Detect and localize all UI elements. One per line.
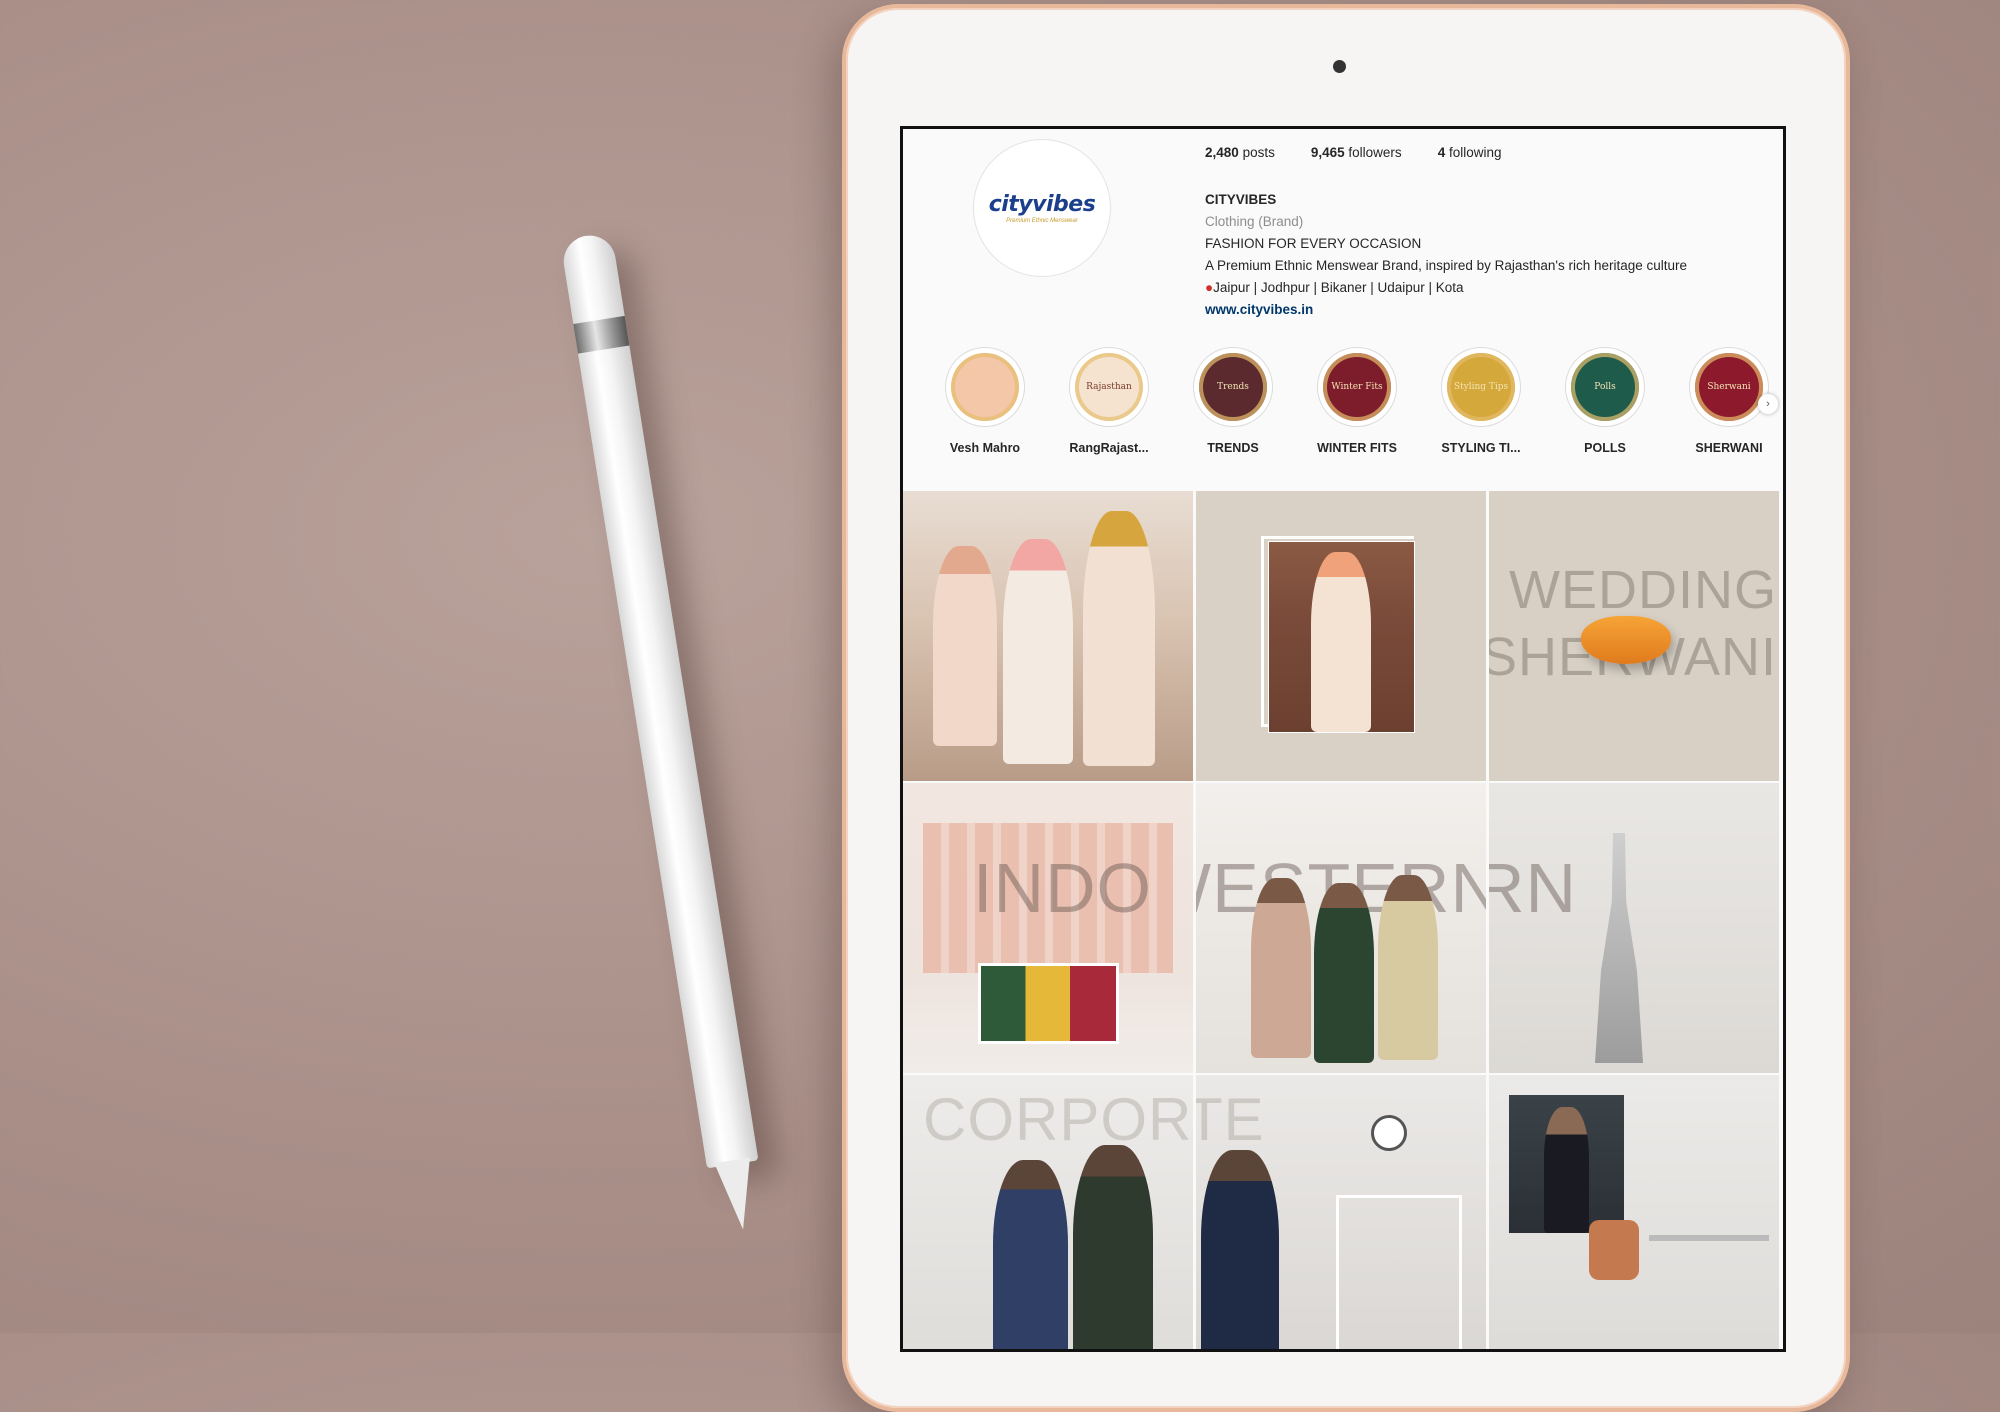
post-image-figure: [1544, 1107, 1589, 1233]
following-count[interactable]: 4 following: [1438, 145, 1502, 160]
highlight-label: STYLING TI...: [1441, 441, 1521, 455]
brand-logo-text: cityvibes: [988, 192, 1096, 217]
post-headline-indowestern-right: RN: [1489, 849, 1578, 927]
followers-count[interactable]: 9,465 followers: [1311, 145, 1402, 160]
posts-count[interactable]: 2,480 posts: [1205, 145, 1275, 160]
bio-line-3: ●Jaipur | Jodhpur | Bikaner | Udaipur | …: [1205, 280, 1464, 295]
highlight-label: Vesh Mahro: [949, 441, 1021, 455]
bio-line-2: A Premium Ethnic Menswear Brand, inspire…: [1205, 258, 1688, 273]
highlight-cover: Sherwani: [1695, 353, 1763, 421]
wall-clock-icon: [1371, 1115, 1407, 1151]
post-image-doorframe: [1336, 1195, 1462, 1349]
story-highlight[interactable]: Trends TRENDS: [1171, 347, 1295, 455]
highlight-label: POLLS: [1584, 441, 1626, 455]
post-headline-corporate-right: TE: [1196, 1086, 1265, 1153]
post-image-desk: [1649, 1235, 1769, 1241]
story-highlight[interactable]: Styling Tips STYLING TI...: [1419, 347, 1543, 455]
highlight-label: TRENDS: [1207, 441, 1259, 455]
post-image-groom: [1003, 539, 1073, 764]
post-image-statue: [1595, 833, 1643, 1063]
instagram-profile-screen: cityvibes Premium Ethnic Menswear 2,480 …: [900, 126, 1786, 1352]
post-tile[interactable]: INDO: [903, 783, 1193, 1073]
profile-bio: CITYVIBES Clothing (Brand) FASHION FOR E…: [1205, 189, 1687, 321]
highlight-label: SHERWANI: [1695, 441, 1763, 455]
highlight-cover: Styling Tips: [1447, 353, 1515, 421]
highlight-ring: Rajasthan: [1069, 347, 1149, 427]
post-image-group-photo: [978, 963, 1119, 1044]
post-image-model: [993, 1160, 1068, 1349]
post-image-model: [1251, 878, 1311, 1058]
post-headline-indowestern-left: INDO: [973, 849, 1152, 927]
post-image-model: [1314, 883, 1374, 1063]
story-highlight[interactable]: Polls POLLS: [1543, 347, 1667, 455]
highlight-cover: Rajasthan: [1075, 353, 1143, 421]
post-tile[interactable]: CORPORATE: [903, 1075, 1193, 1349]
post-headline-corporate: CORPORATE: [923, 1086, 1193, 1153]
highlight-ring: Sherwani: [1689, 347, 1769, 427]
brand-logo-tagline: Premium Ethnic Menswear: [1006, 218, 1078, 224]
pencil-tip: [714, 1157, 761, 1233]
post-image-groom: [933, 546, 997, 746]
post-image-groom: [1268, 541, 1415, 733]
post-image-model: [1073, 1145, 1153, 1349]
bio-line-1: FASHION FOR EVERY OCCASION: [1205, 236, 1422, 251]
highlight-ring: Styling Tips: [1441, 347, 1521, 427]
highlight-ring: [945, 347, 1025, 427]
story-highlight[interactable]: Vesh Mahro: [923, 347, 1047, 455]
apple-pencil: [560, 231, 768, 1233]
post-headline-wedding: WEDDING: [1509, 560, 1777, 620]
website-link[interactable]: www.cityvibes.in: [1205, 299, 1687, 321]
post-image-model: [1378, 875, 1438, 1060]
post-tile[interactable]: INDOWESTERN: [1196, 783, 1486, 1073]
highlight-cover: Trends: [1199, 353, 1267, 421]
dhol-drum-icon: [1581, 616, 1671, 664]
pencil-body: [560, 231, 759, 1169]
post-image-figure: [1311, 552, 1371, 732]
profile-stats: 2,480 posts 9,465 followers 4 following: [1205, 145, 1502, 160]
highlight-cover: [951, 353, 1019, 421]
post-image-portrait: [1509, 1095, 1624, 1233]
post-tile[interactable]: TE: [1196, 1075, 1486, 1349]
post-tile[interactable]: [1489, 1075, 1779, 1349]
front-camera: [1333, 60, 1346, 73]
highlight-cover: Winter Fits: [1323, 353, 1391, 421]
post-image-groom: [1083, 511, 1155, 766]
profile-category: Clothing (Brand): [1205, 214, 1304, 229]
post-image-model: [1201, 1150, 1279, 1349]
post-tile[interactable]: [903, 491, 1193, 781]
highlight-ring: Polls: [1565, 347, 1645, 427]
story-highlight[interactable]: Winter Fits WINTER FITS: [1295, 347, 1419, 455]
story-highlight[interactable]: Rajasthan RangRajast...: [1047, 347, 1171, 455]
profile-name: CITYVIBES: [1205, 192, 1277, 207]
highlights-next-icon[interactable]: ›: [1758, 394, 1778, 414]
highlight-cover: Polls: [1571, 353, 1639, 421]
story-highlights: Vesh Mahro Rajasthan RangRajast... Trends TR…: [923, 347, 1783, 455]
posts-grid: WEDDING SHERWANI INDO INDOWESTERN RN COR…: [903, 491, 1783, 1349]
highlight-label: RangRajast...: [1069, 441, 1149, 455]
post-image-chair: [1589, 1220, 1639, 1280]
post-tile[interactable]: [1196, 491, 1486, 781]
highlight-label: WINTER FITS: [1317, 441, 1397, 455]
highlight-ring: Winter Fits: [1317, 347, 1397, 427]
highlight-ring: Trends: [1193, 347, 1273, 427]
post-tile[interactable]: WEDDING SHERWANI: [1489, 491, 1779, 781]
location-pin-icon: ●: [1205, 280, 1214, 295]
profile-avatar[interactable]: cityvibes Premium Ethnic Menswear: [973, 139, 1111, 277]
post-tile[interactable]: RN: [1489, 783, 1779, 1073]
